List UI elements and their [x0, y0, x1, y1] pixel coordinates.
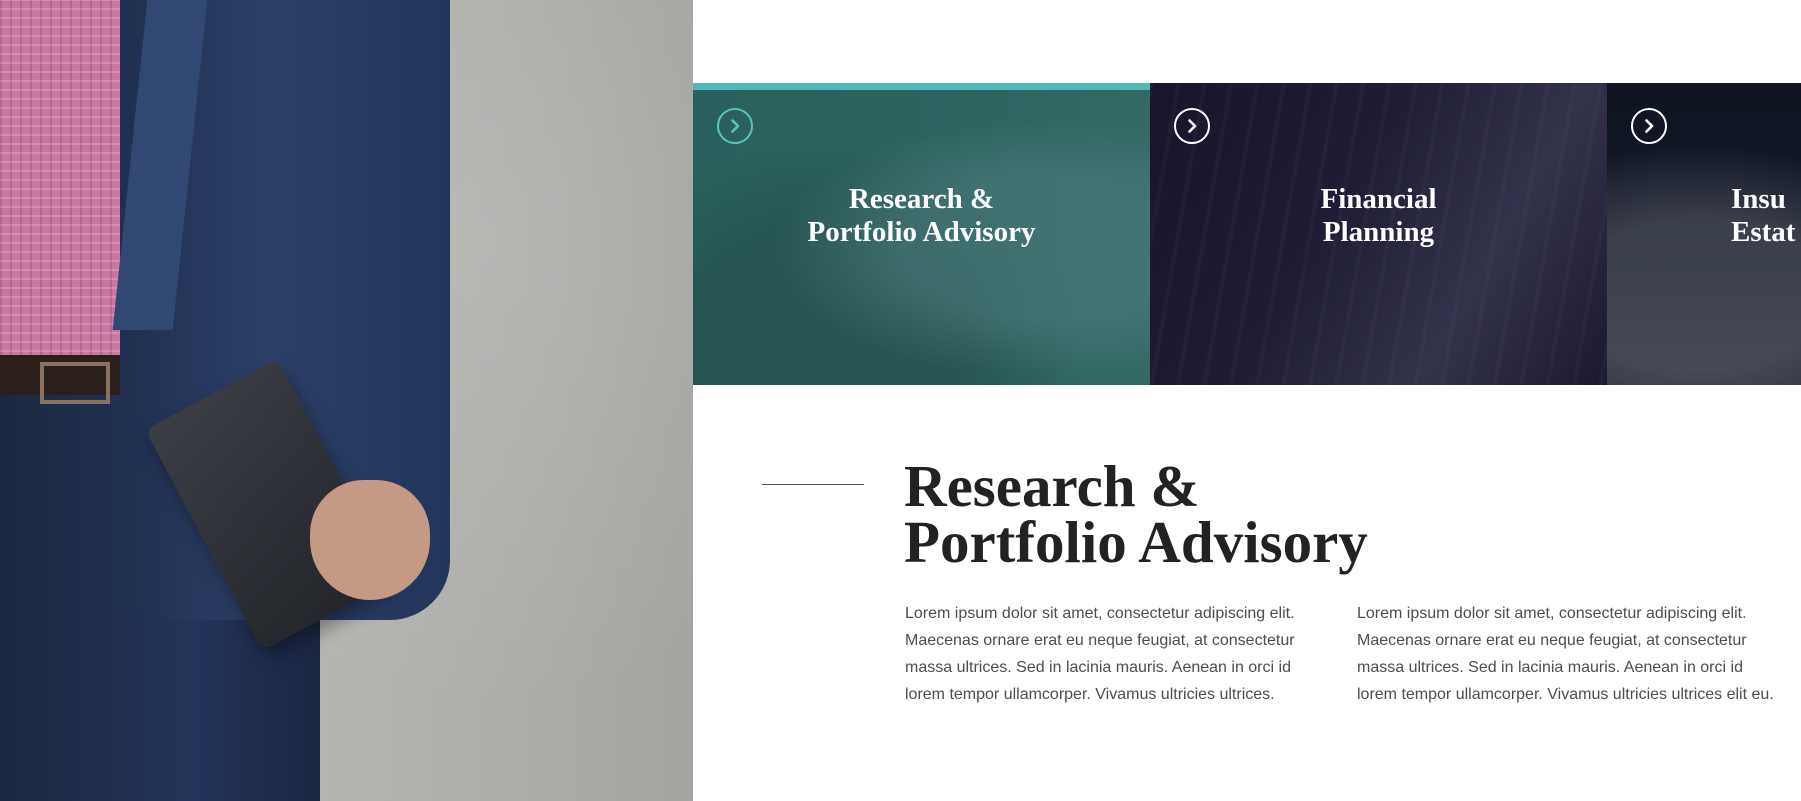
tile-title-line: Research & — [848, 183, 995, 215]
active-tile-indicator — [693, 83, 1150, 90]
detail-text-column-1: Lorem ipsum dolor sit amet, consectetur … — [905, 605, 1295, 703]
section-divider-line — [762, 484, 864, 485]
chevron-right-circle-icon[interactable] — [717, 108, 753, 144]
service-tile-insurance-estate[interactable]: Insu Estat — [1607, 83, 1801, 385]
chevron-right-circle-icon[interactable] — [1631, 108, 1667, 144]
tile-title-line: Insu — [1731, 183, 1786, 215]
detail-heading: Research & Portfolio Advisory — [904, 453, 1368, 575]
detail-text-column-2: Lorem ipsum dolor sit amet, consectetur … — [1357, 605, 1774, 703]
service-tile-title: Insu Estat — [1731, 183, 1801, 249]
tile-title-line: Estat — [1731, 216, 1796, 248]
hero-photo-businessman — [0, 0, 693, 801]
tile-title-line: Financial — [1320, 183, 1437, 215]
detail-heading-line: Research & — [904, 453, 1200, 519]
services-carousel: Research & Portfolio Advisory Financial … — [693, 83, 1801, 385]
tile-title-line: Planning — [1322, 216, 1435, 248]
service-tile-financial-planning[interactable]: Financial Planning — [1150, 83, 1607, 385]
photo-belt-buckle — [40, 362, 110, 404]
service-tile-title: Research & Portfolio Advisory — [693, 183, 1150, 249]
service-tile-research[interactable]: Research & Portfolio Advisory — [693, 83, 1150, 385]
tile-title-line: Portfolio Advisory — [807, 216, 1036, 248]
photo-hand — [310, 480, 430, 600]
detail-heading-line: Portfolio Advisory — [904, 509, 1368, 575]
chevron-right-circle-icon[interactable] — [1174, 108, 1210, 144]
service-tile-title: Financial Planning — [1150, 183, 1607, 249]
